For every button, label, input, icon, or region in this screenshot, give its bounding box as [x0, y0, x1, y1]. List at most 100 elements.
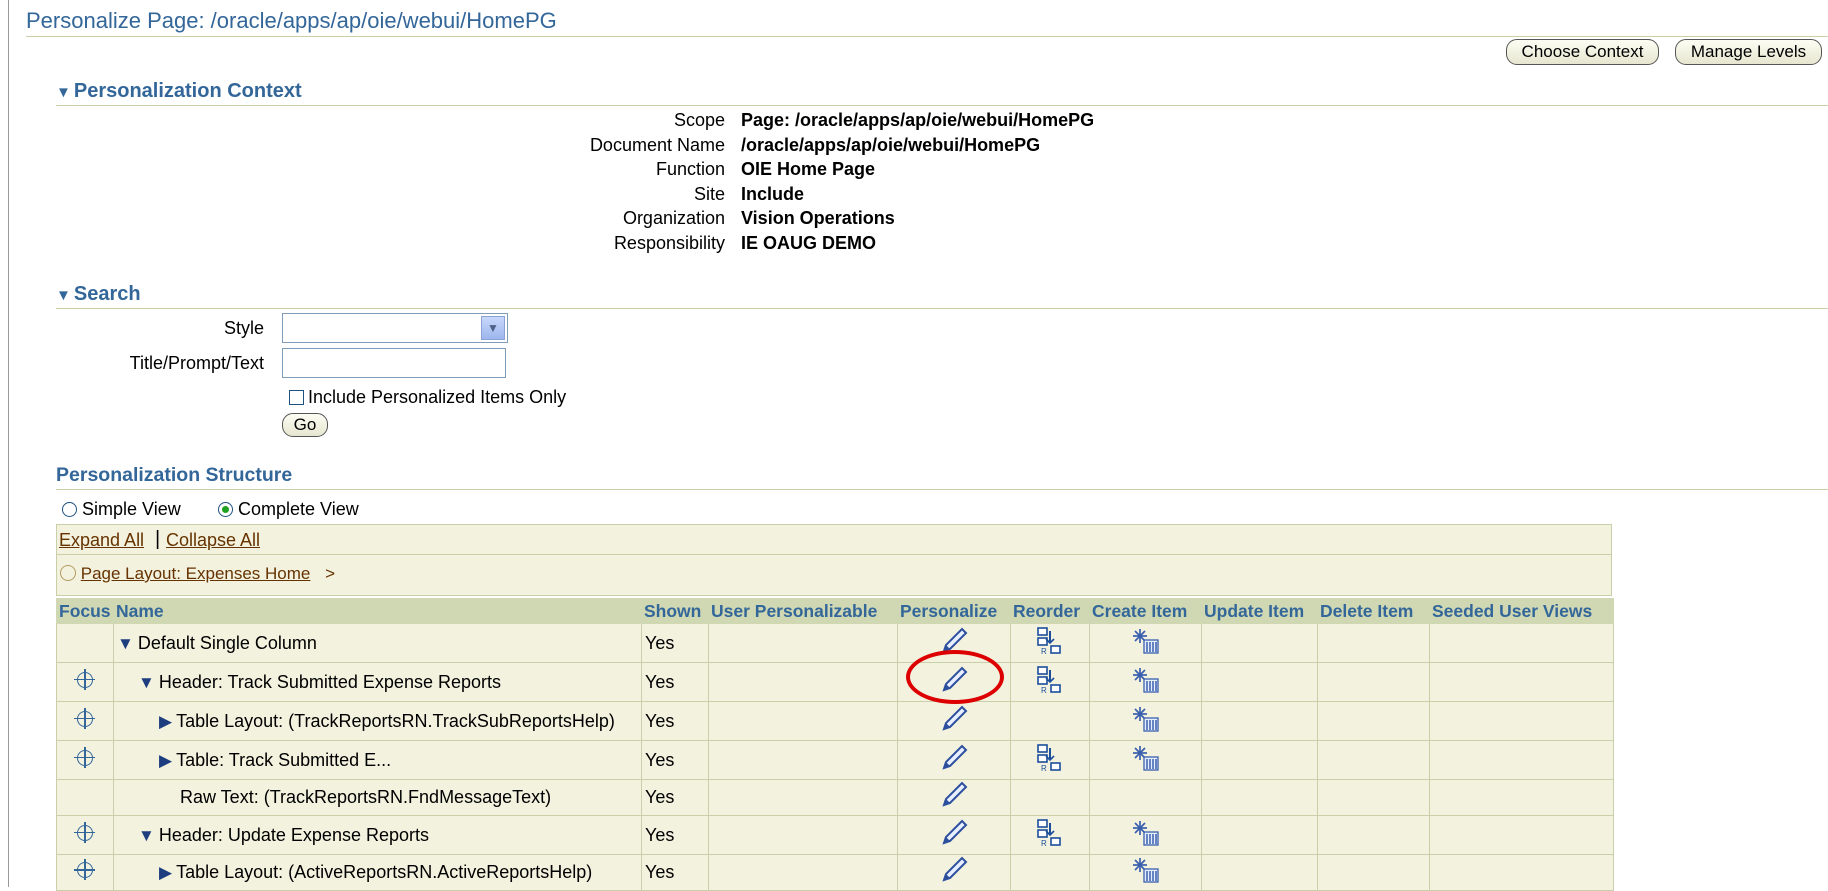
breadcrumb-link[interactable]: Page Layout: Expenses Home	[81, 564, 311, 583]
focus-crosshair-icon[interactable]	[74, 746, 95, 768]
pencil-icon[interactable]	[938, 704, 970, 734]
structure-toolbar	[56, 524, 1612, 596]
reorder-icon[interactable]: R	[1035, 665, 1065, 695]
seeded-user-views-cell	[1429, 701, 1614, 741]
expand-triangle-icon[interactable]: ▶	[159, 712, 172, 731]
collapse-triangle-icon[interactable]: ▼	[138, 826, 155, 845]
focus-crosshair-icon[interactable]	[74, 707, 95, 729]
context-section-header[interactable]: ▼ Personalization Context	[56, 80, 302, 103]
manage-levels-button[interactable]: Manage Levels	[1675, 39, 1822, 65]
shown-cell: Yes	[641, 662, 709, 702]
shown-cell: Yes	[641, 815, 709, 855]
delete-item-cell	[1317, 662, 1430, 702]
pencil-icon[interactable]	[938, 818, 970, 848]
delete-item-cell	[1317, 740, 1430, 780]
create-item-cell	[1089, 623, 1202, 663]
name-cell: ▶ Table: Track Submitted E...	[113, 740, 642, 780]
choose-context-button[interactable]: Choose Context	[1506, 39, 1659, 65]
shown-cell: Yes	[641, 623, 709, 663]
table-row: Raw Text: (TrackReportsRN.FndMessageText…	[56, 779, 1614, 816]
personalize-cell	[897, 779, 1011, 816]
item-name: Table Layout: (ActiveReportsRN.ActiveRep…	[176, 862, 593, 882]
focus-crosshair-icon[interactable]	[74, 821, 95, 843]
column-header: Name	[113, 598, 642, 624]
name-cell: ▶ Table Layout: (TrackReportsRN.TrackSubR…	[113, 701, 642, 741]
create-item-cell	[1089, 854, 1202, 891]
create-item-icon[interactable]	[1130, 665, 1162, 695]
search-divider	[56, 308, 1828, 309]
shown-cell: Yes	[641, 701, 709, 741]
create-item-icon[interactable]	[1130, 626, 1162, 656]
simple-view-radio[interactable]	[62, 502, 77, 517]
name-cell: ▼ Header: Update Expense Reports	[113, 815, 642, 855]
reorder-icon[interactable]: R	[1035, 818, 1065, 848]
personalized-only-label: Include Personalized Items Only	[308, 387, 567, 407]
delete-item-cell	[1317, 623, 1430, 663]
reorder-icon[interactable]: R	[1035, 626, 1065, 656]
shown-cell: Yes	[641, 740, 709, 780]
reorder-cell: R	[1010, 662, 1090, 702]
create-item-icon[interactable]	[1130, 855, 1162, 885]
context-value: OIE Home Page	[741, 159, 876, 179]
toolbar-divider	[56, 554, 1612, 555]
collapse-triangle-icon[interactable]: ▼	[117, 634, 134, 653]
column-header: Seeded User Views	[1429, 598, 1614, 624]
title-prompt-text-input[interactable]	[282, 348, 506, 378]
focus-crosshair-icon[interactable]	[74, 859, 95, 880]
update-item-cell	[1201, 623, 1318, 663]
name-cell: Raw Text: (TrackReportsRN.FndMessageText…	[113, 779, 642, 816]
column-header: Reorder	[1010, 598, 1090, 624]
context-value: Include	[741, 184, 805, 204]
focus-cell	[56, 815, 114, 855]
expand-triangle-icon[interactable]: ▶	[159, 863, 172, 882]
complete-view-radio[interactable]	[218, 502, 233, 517]
focus-cell	[56, 623, 114, 663]
table-row: ▶ Table Layout: (TrackReportsRN.TrackSubR…	[56, 701, 1614, 741]
simple-view-label: Simple View	[82, 499, 181, 519]
context-value: Page: /oracle/apps/ap/oie/webui/HomePG	[741, 110, 1095, 130]
go-button[interactable]: Go	[282, 413, 328, 437]
expand-triangle-icon[interactable]: ▶	[159, 751, 172, 770]
create-item-cell	[1089, 815, 1202, 855]
create-item-icon[interactable]	[1130, 743, 1162, 773]
table-row: ▶ Table: Track Submitted E... Yes R	[56, 740, 1614, 780]
reorder-cell	[1010, 779, 1090, 816]
search-header-label: Search	[73, 283, 141, 305]
expand-all-link[interactable]: Expand All	[59, 530, 144, 551]
reorder-cell: R	[1010, 740, 1090, 780]
personalized-only-checkbox[interactable]	[289, 390, 304, 405]
table-row: ▼ Header: Track Submitted Expense Reports…	[56, 662, 1614, 702]
delete-item-cell	[1317, 779, 1430, 816]
collapse-triangle-icon[interactable]: ▼	[56, 84, 71, 101]
context-label: Site	[693, 184, 725, 204]
chevron-down-icon[interactable]: ▼	[481, 316, 505, 340]
collapse-all-link[interactable]: Collapse All	[166, 530, 260, 551]
table-header-row: Focus Name Shown User Personalizable Persona…	[56, 598, 1614, 624]
reorder-icon[interactable]: R	[1035, 743, 1065, 773]
structure-section-header: Personalization Structure	[56, 464, 293, 486]
reorder-cell	[1010, 854, 1090, 891]
svg-text:R: R	[1041, 839, 1047, 848]
pencil-icon[interactable]	[938, 855, 970, 885]
shown-cell: Yes	[641, 854, 709, 891]
column-header: Focus	[56, 598, 114, 624]
delete-item-cell	[1317, 854, 1430, 891]
context-label: Scope	[673, 110, 725, 130]
context-label: Function	[655, 159, 725, 179]
pencil-icon[interactable]	[938, 780, 970, 810]
collapse-triangle-icon[interactable]: ▼	[56, 287, 71, 304]
table-row: ▼ Default Single Column Yes R	[56, 623, 1614, 663]
create-item-icon[interactable]	[1130, 818, 1162, 848]
update-item-cell	[1201, 740, 1318, 780]
pencil-icon[interactable]	[938, 743, 970, 773]
search-section-header[interactable]: ▼ Search	[56, 283, 141, 306]
collapse-triangle-icon[interactable]: ▼	[138, 673, 155, 692]
user-personalizable-cell	[708, 662, 898, 702]
seeded-user-views-cell	[1429, 779, 1614, 816]
seeded-user-views-cell	[1429, 815, 1614, 855]
focus-crosshair-icon[interactable]	[74, 668, 95, 690]
style-select[interactable]: ▼	[282, 313, 508, 343]
create-item-cell	[1089, 779, 1202, 816]
create-item-icon[interactable]	[1130, 704, 1162, 734]
name-cell: ▼ Default Single Column	[113, 623, 642, 663]
